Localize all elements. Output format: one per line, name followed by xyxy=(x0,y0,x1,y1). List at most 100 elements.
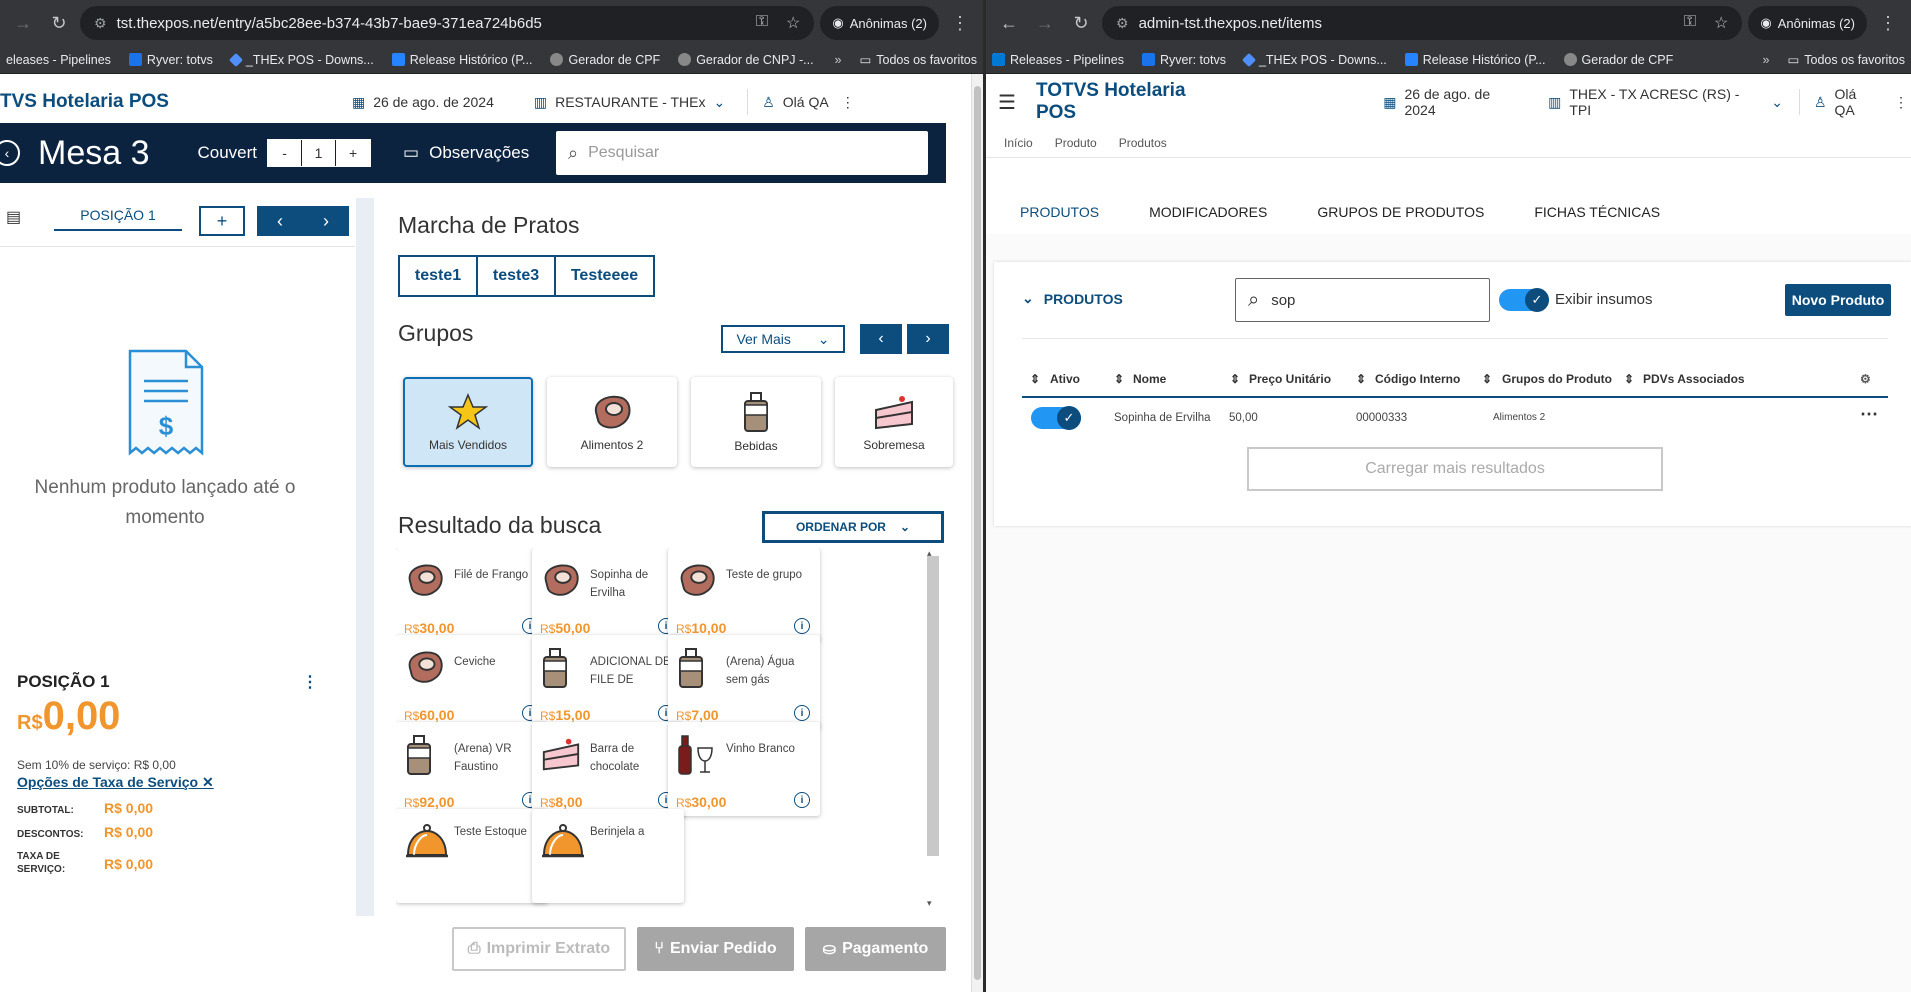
bookmark[interactable]: Ryver: totvs xyxy=(128,53,213,67)
bookmark[interactable]: eleases - Pipelines xyxy=(6,53,111,67)
back-icon[interactable]: ‹ xyxy=(0,140,20,166)
col-preco[interactable]: Preço Unitário xyxy=(1249,372,1331,386)
payment-button[interactable]: ⛀ Pagamento xyxy=(805,927,946,971)
kebab-menu-icon[interactable]: ⋮ xyxy=(841,94,855,111)
couvert-minus-button[interactable]: - xyxy=(268,140,303,166)
scroll-up-icon[interactable]: ▴ xyxy=(927,548,932,559)
add-position-button[interactable]: + xyxy=(199,206,245,236)
product-card[interactable]: Teste de grupo R$10,00 i xyxy=(668,548,820,642)
tab-modificadores[interactable]: MODIFICADORES xyxy=(1149,192,1267,237)
col-nome[interactable]: Nome xyxy=(1133,372,1166,386)
sort-icon[interactable]: ⇕ xyxy=(1356,372,1366,386)
info-icon[interactable]: i xyxy=(794,618,810,634)
group-card[interactable]: Sobremesa xyxy=(835,377,953,467)
groups-next-button[interactable]: › xyxy=(907,324,949,354)
scrollbar-thumb[interactable] xyxy=(974,86,981,980)
bookmark[interactable]: Releases - Pipelines xyxy=(992,53,1124,67)
sort-icon[interactable]: ⇕ xyxy=(1482,372,1492,386)
bookmark[interactable]: Gerador de CNPJ -... xyxy=(678,53,814,67)
tab-position-1[interactable]: POSIÇÃO 1 xyxy=(54,201,182,231)
incognito-badge[interactable]: ◉ Anônimas (2) xyxy=(1748,6,1867,40)
reload-icon[interactable]: ↻ xyxy=(44,13,74,34)
product-active-toggle[interactable]: ✓ xyxy=(1031,406,1081,430)
user-greeting[interactable]: Olá QA xyxy=(783,94,829,110)
product-search-input[interactable]: ⌕ sop xyxy=(1235,278,1490,322)
gear-icon[interactable]: ⚙ xyxy=(1860,372,1871,386)
couvert-value[interactable]: 1 xyxy=(302,140,337,166)
group-card[interactable]: Alimentos 2 xyxy=(547,377,677,467)
back-arrow-icon[interactable]: ← xyxy=(994,13,1024,34)
send-order-button[interactable]: ⑂ Enviar Pedido xyxy=(637,927,794,971)
more-bookmarks-icon[interactable]: » xyxy=(834,53,841,67)
group-card[interactable]: Mais Vendidos xyxy=(403,377,533,467)
all-bookmarks[interactable]: ▭ Todos os favoritos xyxy=(859,52,977,68)
page-scrollbar[interactable] xyxy=(971,74,983,992)
prev-position-button[interactable]: ‹ xyxy=(257,206,303,236)
bookmark[interactable]: Gerador de CPF xyxy=(550,53,660,67)
marcha-item[interactable]: teste3 xyxy=(476,255,556,297)
info-icon[interactable]: i xyxy=(794,792,810,808)
chevron-down-icon[interactable]: ⌄ xyxy=(713,94,725,111)
tab-grupos-de-produtos[interactable]: GRUPOS DE PRODUTOS xyxy=(1317,192,1484,237)
product-card[interactable]: Berinjela a xyxy=(532,809,684,903)
breadcrumb-item[interactable]: Produto xyxy=(1055,136,1097,150)
col-codigo[interactable]: Código Interno xyxy=(1375,372,1460,386)
bookmark[interactable]: _THEx POS - Downs... xyxy=(228,52,374,67)
close-icon[interactable]: ✕ xyxy=(202,774,214,790)
address-bar[interactable]: ⚙ tst.thexpos.net/entry/a5bc28ee-b374-43… xyxy=(80,6,815,40)
show-inputs-toggle[interactable]: ✓ xyxy=(1499,288,1549,312)
couvert-plus-button[interactable]: + xyxy=(336,140,371,166)
bookmark-star-icon[interactable]: ☆ xyxy=(786,13,800,33)
results-scrollbar[interactable] xyxy=(927,556,939,856)
header-date[interactable]: 26 de ago. de 2024 xyxy=(373,94,494,110)
user-greeting[interactable]: Olá QA xyxy=(1835,86,1881,118)
breadcrumb-item[interactable]: Início xyxy=(1004,136,1033,150)
product-card[interactable]: Ceviche R$60,00 i xyxy=(396,635,548,729)
see-more-dropdown[interactable]: Ver Mais ⌄ xyxy=(721,325,845,353)
observations-button[interactable]: ▭ Observações xyxy=(403,143,529,163)
sort-icon[interactable]: ⇕ xyxy=(1030,372,1040,386)
browser-menu-icon[interactable]: ⋮ xyxy=(1873,13,1903,34)
print-statement-button[interactable]: ⎙ Imprimir Extrato xyxy=(452,927,626,971)
groups-prev-button[interactable]: ‹ xyxy=(860,324,902,354)
browser-menu-icon[interactable]: ⋮ xyxy=(945,13,975,34)
col-ativo[interactable]: Ativo xyxy=(1050,372,1080,386)
bookmark[interactable]: Release Histórico (P... xyxy=(391,53,532,67)
position-menu-icon[interactable]: ⋮ xyxy=(302,672,318,692)
product-card[interactable]: Vinho Branco R$30,00 i xyxy=(668,722,820,816)
sort-icon[interactable]: ⇕ xyxy=(1230,372,1240,386)
product-card[interactable]: Filé de Frango R$30,00 i xyxy=(396,548,548,642)
scroll-down-icon[interactable]: ▾ xyxy=(927,898,932,909)
site-info-icon[interactable]: ⚙ xyxy=(94,15,107,32)
product-card[interactable]: (Arena) VR Faustino R$92,00 i xyxy=(396,722,548,816)
marcha-item[interactable]: Testeeee xyxy=(554,255,655,297)
service-options-link[interactable]: Opções de Taxa de Serviço ✕ xyxy=(17,774,214,791)
kebab-menu-icon[interactable]: ⋮ xyxy=(1894,94,1908,111)
col-pdvs[interactable]: PDVs Associados xyxy=(1643,372,1745,386)
site-info-icon[interactable]: ⚙ xyxy=(1116,15,1129,32)
sort-icon[interactable]: ⇕ xyxy=(1114,372,1124,386)
product-card[interactable]: (Arena) Água sem gás R$7,00 i xyxy=(668,635,820,729)
forward-icon[interactable]: → xyxy=(8,13,38,34)
incognito-badge[interactable]: ◉ Anônimas (2) xyxy=(820,6,939,40)
product-card[interactable]: Teste Estoque xyxy=(396,809,548,903)
products-section-toggle[interactable]: ⌄ PRODUTOS xyxy=(1022,290,1123,307)
more-bookmarks-icon[interactable]: » xyxy=(1762,53,1769,67)
store-selector[interactable]: THEX - TX ACRESC (RS) - TPI xyxy=(1569,86,1763,118)
all-bookmarks[interactable]: ▭ Todos os favoritos xyxy=(1787,52,1905,68)
chevron-down-icon[interactable]: ⌄ xyxy=(1771,94,1783,111)
bookmark[interactable]: Gerador de CPF xyxy=(1563,53,1673,67)
address-bar[interactable]: ⚙ admin-tst.thexpos.net/items ⚿ ☆ xyxy=(1102,6,1743,40)
bookmark[interactable]: Release Histórico (P... xyxy=(1404,53,1546,67)
search-input[interactable]: ⌕ Pesquisar xyxy=(556,131,928,175)
info-icon[interactable]: i xyxy=(794,705,810,721)
sort-icon[interactable]: ⇕ xyxy=(1624,372,1634,386)
product-card[interactable]: Barra de chocolate R$8,00 i xyxy=(532,722,684,816)
key-icon[interactable]: ⚿ xyxy=(756,13,768,33)
key-icon[interactable]: ⚿ xyxy=(1684,13,1696,33)
header-date[interactable]: 26 de ago. de 2024 xyxy=(1404,86,1524,118)
new-product-button[interactable]: Novo Produto xyxy=(1785,284,1891,316)
tab-fichas-tecnicas[interactable]: FICHAS TÉCNICAS xyxy=(1534,192,1660,237)
tab-produtos[interactable]: PRODUTOS xyxy=(1020,192,1126,237)
store-selector[interactable]: RESTAURANTE - THEx xyxy=(555,94,705,110)
